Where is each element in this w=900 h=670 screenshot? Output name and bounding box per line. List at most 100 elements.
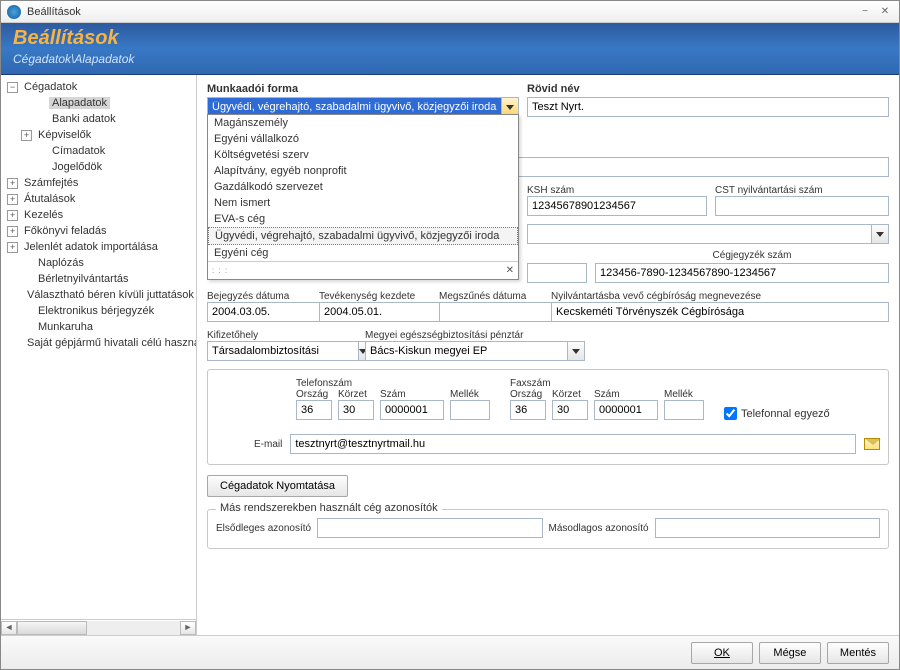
unnamed-combo[interactable]: [527, 224, 889, 244]
nav-tree[interactable]: − Cégadatok Alapadatok Banki adatok +Kép…: [1, 75, 196, 619]
elsodleges-input[interactable]: [317, 518, 542, 538]
rovid-nev-input[interactable]: [527, 97, 889, 117]
fax-same-checkbox[interactable]: Telefonnal egyező: [724, 407, 830, 420]
kifizetohely-input[interactable]: [207, 341, 358, 361]
save-button[interactable]: Mentés: [827, 642, 889, 664]
tree-node[interactable]: Saját gépjármű hivatali célú használata: [1, 335, 196, 351]
tevekenyseg-label: Tevékenység kezdete: [319, 291, 431, 302]
tree-node-kepviselok[interactable]: +Képviselők: [1, 127, 196, 143]
tel-orszag-input[interactable]: [296, 400, 332, 420]
scroll-track[interactable]: [17, 621, 180, 635]
kifizetohely-combo[interactable]: [207, 341, 357, 361]
scroll-left-icon[interactable]: ◄: [1, 621, 17, 635]
tree-node[interactable]: Naplózás: [1, 255, 196, 271]
dropdown-option[interactable]: Alapítvány, egyéb nonprofit: [208, 163, 518, 179]
minimize-icon[interactable]: −: [857, 5, 873, 19]
dropdown-option[interactable]: Egyéni vállalkozó: [208, 131, 518, 147]
scroll-right-icon[interactable]: ►: [180, 621, 196, 635]
dropdown-option[interactable]: Költségvetési szerv: [208, 147, 518, 163]
dropdown-option[interactable]: Magánszemély: [208, 115, 518, 131]
nyilvantartas-label: Nyilvántartásba vevő cégbíróság megnevez…: [551, 291, 889, 302]
ksh-szam-label: KSH szám: [527, 185, 707, 196]
masodlagos-input[interactable]: [655, 518, 880, 538]
email-input[interactable]: [290, 434, 856, 454]
mas-azonositok-group: Más rendszerekben használt cég azonosító…: [207, 509, 889, 549]
tree-horizontal-scrollbar[interactable]: ◄ ►: [1, 619, 196, 635]
tree-node[interactable]: Munkaruha: [1, 319, 196, 335]
tel-korzet-input[interactable]: [338, 400, 374, 420]
unnamed-combo-input[interactable]: [527, 224, 871, 244]
col-orszag-label: Ország: [510, 389, 546, 400]
tree-node-cimadatok[interactable]: Címadatok: [1, 143, 196, 159]
dropdown-close-icon[interactable]: ✕: [506, 265, 514, 276]
expander-icon[interactable]: +: [7, 210, 18, 221]
tree-node[interactable]: +Kezelés: [1, 207, 196, 223]
close-icon[interactable]: ✕: [877, 5, 893, 19]
dropdown-option[interactable]: EVA-s cég: [208, 211, 518, 227]
megszunes-label: Megszűnés dátuma: [439, 291, 543, 302]
tree-node[interactable]: Elektronikus bérjegyzék: [1, 303, 196, 319]
dropdown-option[interactable]: Gazdálkodó szervezet: [208, 179, 518, 195]
tree-node-jogelodok[interactable]: Jogelődök: [1, 159, 196, 175]
tree-node[interactable]: +Jelenlét adatok importálása: [1, 239, 196, 255]
tel-mellek-input[interactable]: [450, 400, 490, 420]
dropdown-option-selected[interactable]: Ügyvédi, végrehajtó, szabadalmi ügyvivő,…: [208, 227, 518, 245]
cegjegyzek-label: Cégjegyzék szám: [615, 250, 889, 261]
chevron-down-icon[interactable]: [567, 341, 585, 361]
col-mellek-label: Mellék: [664, 389, 704, 400]
fax-korzet-input[interactable]: [552, 400, 588, 420]
megyei-input[interactable]: [365, 341, 567, 361]
col-korzet-label: Körzet: [338, 389, 374, 400]
print-cegadatok-button[interactable]: Cégadatok Nyomtatása: [207, 475, 348, 497]
tree-node-banki-adatok[interactable]: Banki adatok: [1, 111, 196, 127]
dropdown-option[interactable]: Nem ismert: [208, 195, 518, 211]
fax-szam-input[interactable]: [594, 400, 658, 420]
tree-node-alapadatok[interactable]: Alapadatok: [1, 95, 196, 111]
fax-legend: Faxszám: [510, 378, 704, 389]
col-korzet-label: Körzet: [552, 389, 588, 400]
megszunes-date[interactable]: [439, 302, 543, 322]
tree-node[interactable]: Bérletnyilvántartás: [1, 271, 196, 287]
expander-icon[interactable]: +: [7, 242, 18, 253]
dialog-footer: OK Mégse Mentés: [1, 635, 899, 669]
bejegyzes-date[interactable]: [207, 302, 311, 322]
cst-input[interactable]: [715, 196, 889, 216]
expander-icon[interactable]: +: [7, 226, 18, 237]
dropdown-option[interactable]: Egyéni cég: [208, 245, 518, 261]
ok-button[interactable]: OK: [691, 642, 753, 664]
expander-icon[interactable]: +: [21, 130, 32, 141]
page-title: Beállítások: [13, 27, 887, 50]
megyei-label: Megyei egészségbiztosítási pénztár: [365, 330, 585, 341]
mail-icon[interactable]: [864, 438, 880, 450]
tree-node[interactable]: Választható béren kívüli juttatások: [1, 287, 196, 303]
titlebar: Beállítások − ✕: [1, 1, 899, 23]
expander-icon[interactable]: −: [7, 82, 18, 93]
fax-mellek-input[interactable]: [664, 400, 704, 420]
resize-grip-icon[interactable]: : : :: [212, 266, 228, 275]
form-pane: Munkaadói forma Rövid név Magánszemély E…: [197, 75, 899, 635]
tree-node[interactable]: +Számfejtés: [1, 175, 196, 191]
megyei-combo[interactable]: [365, 341, 585, 361]
expander-icon[interactable]: +: [7, 178, 18, 189]
app-window: Beállítások − ✕ Beállítások Cégadatok\Al…: [0, 0, 900, 670]
bejegyzes-label: Bejegyzés dátuma: [207, 291, 311, 302]
tevekenyseg-date[interactable]: [319, 302, 431, 322]
mas-legend: Más rendszerekben használt cég azonosító…: [216, 502, 442, 514]
elsodleges-label: Elsődleges azonosító: [216, 523, 311, 534]
fax-same-label: Telefonnal egyező: [741, 408, 830, 420]
munkaadoi-forma-dropdown[interactable]: Magánszemély Egyéni vállalkozó Költségve…: [207, 114, 519, 280]
tel-szam-input[interactable]: [380, 400, 444, 420]
ksh-szam-input[interactable]: [527, 196, 707, 216]
nyilvantartas-input[interactable]: [551, 302, 889, 322]
cegjegyzek-input[interactable]: [595, 263, 889, 283]
tree-node[interactable]: +Főkönyvi feladás: [1, 223, 196, 239]
fax-orszag-input[interactable]: [510, 400, 546, 420]
short-input[interactable]: [527, 263, 587, 283]
expander-icon[interactable]: +: [7, 194, 18, 205]
tree-node[interactable]: +Átutalások: [1, 191, 196, 207]
scroll-thumb[interactable]: [17, 621, 87, 635]
fax-same-check-input[interactable]: [724, 407, 737, 420]
cancel-button[interactable]: Mégse: [759, 642, 821, 664]
chevron-down-icon[interactable]: [871, 224, 889, 244]
tree-node-cegadatok[interactable]: − Cégadatok: [1, 79, 196, 95]
